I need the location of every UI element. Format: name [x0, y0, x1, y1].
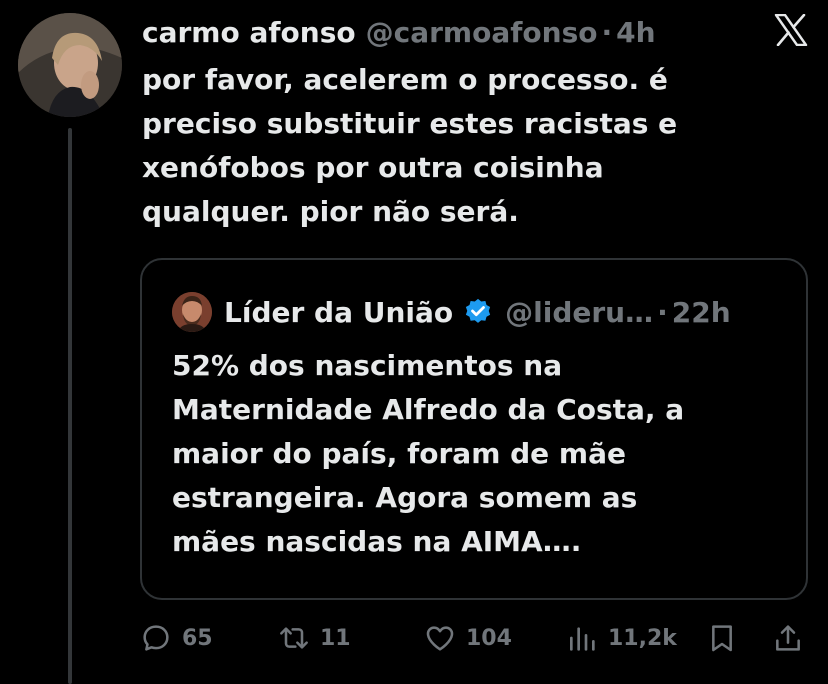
quoted-text-line: mães nascidas na AIMA…. — [172, 525, 582, 558]
author-avatar[interactable] — [18, 13, 122, 117]
quoted-tweet-card[interactable]: Líder da União @lideru… · 22h 52% dos na… — [140, 258, 808, 600]
tweet-text-line: xenófobos por outra coisinha — [142, 151, 604, 184]
verified-badge-icon — [466, 298, 491, 323]
share-icon — [776, 625, 800, 651]
x-logo-icon — [774, 13, 808, 47]
retweet-icon — [280, 627, 308, 649]
retweet-count: 11 — [320, 625, 351, 651]
quoted-tweet-timestamp[interactable]: 22h — [672, 296, 731, 329]
tweet[interactable]: carmo afonso @carmoafonso · 4h por favor… — [0, 0, 828, 684]
reply-icon — [143, 625, 169, 651]
quoted-text-line: estrangeira. Agora somem as — [172, 481, 638, 514]
reply-button[interactable]: 65 — [140, 616, 213, 660]
tweet-actions-bar: 65 11 104 11,2k — [140, 616, 808, 660]
share-button[interactable] — [772, 616, 804, 660]
tweet-text-line: qualquer. pior não será. — [142, 195, 519, 228]
tweet-header: carmo afonso @carmoafonso · 4h — [142, 10, 656, 54]
tweet-text: por favor, acelerem o processo. é precis… — [142, 58, 782, 234]
bookmark-button[interactable] — [706, 616, 738, 660]
heart-icon — [426, 626, 454, 651]
quoted-text-line: Maternidade Alfredo da Costa, a — [172, 393, 685, 426]
tweet-text-line: preciso substituir estes racistas e — [142, 107, 678, 140]
quoted-author-avatar[interactable] — [172, 292, 212, 332]
quoted-tweet-header: Líder da União @lideru… · 22h — [172, 290, 731, 334]
header-separator: · — [601, 15, 613, 49]
like-button[interactable]: 104 — [424, 616, 512, 660]
quoted-author-name[interactable]: Líder da União — [224, 296, 453, 329]
views-icon — [570, 627, 595, 651]
quoted-text-line: 52% dos nascimentos na — [172, 349, 563, 382]
tweet-timestamp[interactable]: 4h — [616, 16, 655, 49]
bookmark-icon — [712, 625, 732, 652]
views-button[interactable]: 11,2k — [566, 616, 677, 660]
like-count: 104 — [466, 625, 512, 651]
quoted-header-separator: · — [657, 295, 668, 329]
author-name[interactable]: carmo afonso — [142, 16, 356, 49]
author-handle[interactable]: @carmoafonso — [366, 16, 598, 49]
quoted-tweet-text: 52% dos nascimentos na Maternidade Alfre… — [172, 344, 782, 564]
thread-line — [68, 128, 72, 684]
quoted-text-line: maior do país, foram de mãe — [172, 437, 626, 470]
reply-count: 65 — [182, 625, 213, 651]
tweet-text-line: por favor, acelerem o processo. é — [142, 63, 668, 96]
views-count: 11,2k — [608, 625, 677, 651]
retweet-button[interactable]: 11 — [278, 616, 351, 660]
quoted-author-handle[interactable]: @lideru… — [505, 296, 653, 329]
